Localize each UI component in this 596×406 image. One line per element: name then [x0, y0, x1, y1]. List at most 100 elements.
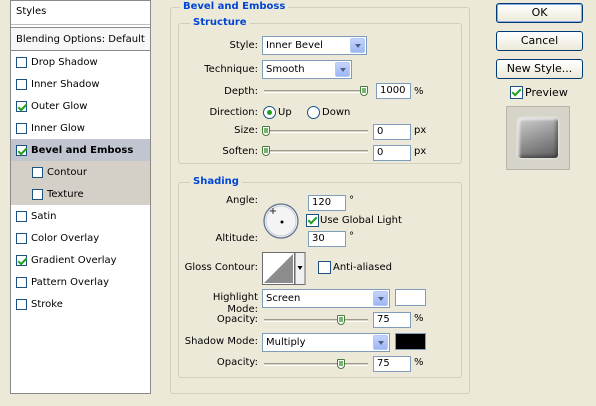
- depth-slider-track[interactable]: [264, 90, 368, 93]
- gradient-overlay-checkbox[interactable]: [16, 254, 27, 266]
- style-label: Style:: [229, 40, 259, 51]
- styles-header[interactable]: Styles: [11, 1, 150, 25]
- outer-glow-checkbox[interactable]: [16, 100, 27, 112]
- style-item-gradient-overlay[interactable]: Gradient Overlay: [11, 249, 150, 271]
- angle-unit: °: [349, 195, 354, 206]
- shadow-opacity-slider-thumb[interactable]: [337, 359, 345, 369]
- shading-title: Shading: [190, 176, 242, 188]
- anti-aliased-label[interactable]: Anti-aliased: [333, 262, 392, 274]
- bevel-style-select[interactable]: Inner Bevel: [262, 36, 367, 55]
- structure-title: Structure: [190, 17, 250, 29]
- chevron-down-icon[interactable]: [335, 62, 350, 77]
- anti-aliased-checkbox[interactable]: [318, 261, 331, 274]
- highlight-opacity-slider-track[interactable]: [264, 319, 368, 322]
- ok-button[interactable]: OK: [496, 3, 583, 23]
- soften-input[interactable]: 0: [373, 145, 411, 161]
- contour-checkbox[interactable]: [32, 166, 43, 178]
- shadow-opacity-input[interactable]: 75: [373, 356, 411, 372]
- style-item-label: Satin: [31, 210, 57, 222]
- direction-up-label[interactable]: Up: [278, 107, 292, 119]
- style-item-label: Outer Glow: [31, 100, 88, 112]
- style-item-color-overlay[interactable]: Color Overlay: [11, 227, 150, 249]
- shadow-color-swatch[interactable]: [395, 333, 426, 350]
- satin-checkbox[interactable]: [16, 210, 27, 222]
- style-item-label: Gradient Overlay: [31, 254, 117, 266]
- technique-select[interactable]: Smooth: [262, 60, 352, 79]
- texture-checkbox[interactable]: [32, 188, 43, 200]
- pattern-overlay-checkbox[interactable]: [16, 276, 27, 288]
- size-unit: px: [414, 125, 427, 136]
- chevron-down-icon[interactable]: [350, 38, 365, 53]
- color-overlay-checkbox[interactable]: [16, 232, 27, 244]
- chevron-down-icon[interactable]: [373, 291, 388, 306]
- highlight-mode-label: Highlight Mode:: [212, 292, 258, 315]
- direction-up-radio[interactable]: [263, 106, 276, 119]
- preview-checkbox[interactable]: [510, 86, 523, 99]
- size-input[interactable]: 0: [373, 124, 411, 140]
- style-item-drop-shadow[interactable]: Drop Shadow: [11, 51, 150, 73]
- inner-glow-checkbox[interactable]: [16, 122, 27, 134]
- size-slider-thumb[interactable]: [262, 126, 270, 136]
- depth-label: Depth:: [224, 86, 258, 97]
- highlight-opacity-label: Opacity:: [216, 314, 258, 325]
- soften-slider-thumb[interactable]: [262, 146, 270, 156]
- style-item-label: Color Overlay: [31, 232, 100, 244]
- style-item-satin[interactable]: Satin: [11, 205, 150, 227]
- preview-label[interactable]: Preview: [525, 87, 568, 99]
- style-item-label: Texture: [47, 188, 84, 200]
- style-item-label: Contour: [47, 166, 87, 178]
- style-item-inner-glow[interactable]: Inner Glow: [11, 117, 150, 139]
- angle-input[interactable]: 120: [308, 195, 346, 211]
- soften-slider-track[interactable]: [264, 150, 368, 153]
- style-item-label: Stroke: [31, 298, 63, 310]
- gloss-contour-picker[interactable]: [262, 252, 306, 286]
- highlight-mode-select[interactable]: Screen: [262, 289, 390, 308]
- drop-shadow-checkbox[interactable]: [16, 56, 27, 68]
- cancel-button[interactable]: Cancel: [496, 31, 583, 51]
- style-item-bevel-emboss[interactable]: Bevel and Emboss: [11, 139, 150, 161]
- use-global-light-label[interactable]: Use Global Light: [320, 215, 402, 227]
- stroke-checkbox[interactable]: [16, 298, 27, 310]
- style-item-stroke[interactable]: Stroke: [11, 293, 150, 315]
- depth-slider-thumb[interactable]: [360, 86, 368, 96]
- preview-swatch: [518, 118, 558, 158]
- highlight-opacity-slider-thumb[interactable]: [337, 315, 345, 325]
- style-item-outer-glow[interactable]: Outer Glow: [11, 95, 150, 117]
- bevel-style-value: Inner Bevel: [266, 40, 323, 51]
- style-item-label: Bevel and Emboss: [31, 144, 134, 156]
- blending-options-item[interactable]: Blending Options: Default: [11, 27, 150, 51]
- highlight-mode-value: Screen: [266, 293, 301, 304]
- style-item-label: Inner Shadow: [31, 78, 100, 90]
- preview-thumbnail: [506, 106, 570, 170]
- shadow-opacity-label: Opacity:: [216, 357, 258, 368]
- altitude-input[interactable]: 30: [308, 231, 346, 247]
- direction-down-label[interactable]: Down: [322, 107, 350, 119]
- bevel-emboss-checkbox[interactable]: [16, 144, 27, 156]
- chevron-down-icon[interactable]: [373, 335, 388, 350]
- altitude-label: Altitude:: [215, 233, 258, 244]
- depth-unit: %: [414, 86, 424, 97]
- direction-label: Direction:: [209, 107, 258, 118]
- size-slider-track[interactable]: [264, 130, 368, 133]
- style-item-texture[interactable]: Texture: [11, 183, 150, 205]
- highlight-opacity-input[interactable]: 75: [373, 312, 411, 328]
- style-item-pattern-overlay[interactable]: Pattern Overlay: [11, 271, 150, 293]
- style-item-label: Drop Shadow: [31, 56, 98, 68]
- technique-label: Technique:: [204, 64, 258, 75]
- style-item-contour[interactable]: Contour: [11, 161, 150, 183]
- highlight-color-swatch[interactable]: [395, 289, 426, 306]
- gloss-contour-label: Gloss Contour:: [184, 262, 258, 273]
- angle-dial[interactable]: [262, 202, 300, 240]
- shadow-mode-select[interactable]: Multiply: [262, 333, 390, 352]
- inner-shadow-checkbox[interactable]: [16, 78, 27, 90]
- shadow-mode-value: Multiply: [266, 337, 306, 348]
- new-style-button[interactable]: New Style...: [496, 59, 583, 79]
- shadow-opacity-slider-track[interactable]: [264, 363, 368, 366]
- bevel-emboss-title: Bevel and Emboss: [180, 1, 289, 13]
- style-item-label: Inner Glow: [31, 122, 85, 134]
- direction-down-radio[interactable]: [307, 106, 320, 119]
- depth-input[interactable]: 1000: [376, 83, 411, 99]
- style-item-inner-shadow[interactable]: Inner Shadow: [11, 73, 150, 95]
- use-global-light-checkbox[interactable]: [306, 214, 319, 227]
- styles-list-panel: Styles Blending Options: Default Drop Sh…: [10, 0, 151, 394]
